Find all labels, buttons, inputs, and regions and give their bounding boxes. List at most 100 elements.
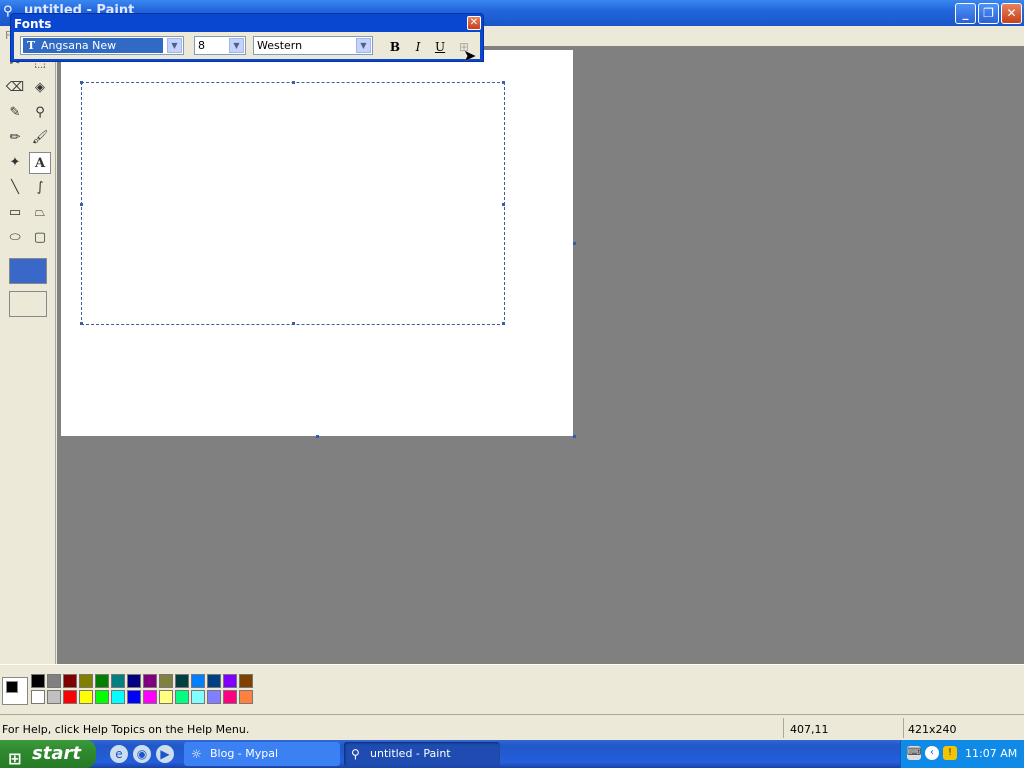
bold-button[interactable]: B [387,39,403,55]
palette-swatch[interactable] [63,690,77,704]
start-button[interactable]: ⊞ start [0,740,96,768]
close-button[interactable]: ✕ [1001,3,1022,24]
keyboard-icon[interactable]: ⌨ [907,746,921,760]
current-colors [2,677,28,705]
brush-icon[interactable]: 🖌 [29,127,51,149]
text-box-handle[interactable] [502,203,505,206]
taskbar-item-label: Blog - Mypal [210,747,279,760]
browser-quicklaunch-icon[interactable]: ◉ [133,745,151,763]
palette-swatch[interactable] [31,690,45,704]
palette-swatch[interactable] [79,690,93,704]
status-selection-size: 421x240 [908,723,957,736]
palette-swatch[interactable] [143,674,157,688]
palette-swatch[interactable] [47,674,61,688]
palette-swatch[interactable] [127,674,141,688]
canvas-resize-handle-right[interactable] [573,242,576,245]
fonts-toolbar: Fonts ✕ Angsana New T ▼ 8 ▼ Western ▼ B … [10,13,484,62]
font-name-value: Angsana New [23,38,163,53]
taskbar-item-blog[interactable]: ☼ Blog - Mypal [184,742,340,766]
text-box-handle[interactable] [502,322,505,325]
polygon-icon[interactable]: ⏢ [29,202,51,224]
fill-bucket-icon[interactable]: ◈ [29,77,51,99]
script-value: Western [257,39,303,52]
text-box-handle[interactable] [80,81,83,84]
eraser-icon[interactable]: ⌫ [4,77,26,99]
status-bar: For Help, click Help Topics on the Help … [0,714,1024,740]
palette-swatch[interactable] [223,690,237,704]
fonts-toolbar-body: Angsana New T ▼ 8 ▼ Western ▼ B I U ⊞ [14,32,480,59]
status-divider [783,718,784,738]
palette-swatch[interactable] [63,674,77,688]
internet-explorer-icon[interactable]: e [110,745,128,763]
security-shield-icon[interactable]: ! [943,746,957,760]
ellipse-icon[interactable]: ⬭ [4,227,26,249]
color-box [0,664,1024,714]
underline-button[interactable]: U [432,39,448,55]
restore-button[interactable]: ❐ [978,3,999,24]
text-tool-icon[interactable]: A [29,152,51,174]
truetype-icon: T [27,39,36,52]
palette-swatch[interactable] [175,690,189,704]
taskbar-item-label: untitled - Paint [370,747,451,760]
rounded-rect-icon[interactable]: ▢ [29,227,51,249]
text-box-frame[interactable] [80,81,505,325]
palette-swatch[interactable] [31,674,45,688]
fonts-toolbar-close-button[interactable]: ✕ [467,16,481,30]
font-name-select[interactable]: Angsana New T ▼ [20,36,184,55]
status-coordinates: 407,11 [790,723,829,736]
text-box-handle[interactable] [292,81,295,84]
font-size-select[interactable]: 8 ▼ [194,36,246,55]
text-box-handle[interactable] [292,322,295,325]
palette-swatch[interactable] [111,690,125,704]
text-box-handle[interactable] [80,322,83,325]
canvas-resize-handle-bottom[interactable] [316,435,319,438]
transparent-background-option-icon[interactable] [9,291,47,317]
palette-swatch[interactable] [239,674,253,688]
line-icon[interactable]: ╲ [4,177,26,199]
palette-swatch[interactable] [47,690,61,704]
palette-swatch[interactable] [207,674,221,688]
status-divider [903,718,904,738]
font-size-value: 8 [198,39,205,52]
palette-swatch[interactable] [127,690,141,704]
screen: { "window": { "title": "untitled - Paint… [0,0,1024,768]
text-box-handle[interactable] [80,203,83,206]
taskbar-item-paint[interactable]: ⚲ untitled - Paint [344,742,500,766]
script-select[interactable]: Western ▼ [253,36,373,55]
palette-swatch[interactable] [159,674,173,688]
color-picker-icon[interactable]: ✎ [4,102,26,124]
palette-swatch[interactable] [191,690,205,704]
palette-swatch[interactable] [191,674,205,688]
text-box-handle[interactable] [502,81,505,84]
airbrush-icon[interactable]: ✦ [4,152,26,174]
palette-swatch[interactable] [159,690,173,704]
palette-swatch[interactable] [207,690,221,704]
palette-swatch[interactable] [239,690,253,704]
windows-flag-icon: ⊞ [8,749,22,768]
curve-icon[interactable]: ∫ [29,177,51,199]
fonts-toolbar-title: Fonts [14,17,52,31]
rectangle-icon[interactable]: ▭ [4,202,26,224]
palette-swatch[interactable] [111,674,125,688]
media-player-icon[interactable]: ▶ [156,745,174,763]
canvas-resize-handle-corner[interactable] [573,435,576,438]
palette-swatch[interactable] [175,674,189,688]
palette-swatch[interactable] [223,674,237,688]
pencil-icon[interactable]: ✏ [4,127,26,149]
italic-button[interactable]: I [410,39,426,55]
chevron-down-icon[interactable]: ▼ [229,38,244,53]
system-tray: ⌨ ‹ ! 11:07 AM [900,740,1024,768]
tray-collapse-icon[interactable]: ‹ [925,746,939,760]
palette-swatch[interactable] [95,690,109,704]
chevron-down-icon[interactable]: ▼ [167,38,182,53]
magnifier-icon[interactable]: ⚲ [29,102,51,124]
opaque-background-option-icon[interactable] [9,258,47,284]
browser-icon: ☼ [191,747,202,761]
foreground-color [6,681,18,693]
toolbox: ✂ ⬚ ⌫ ◈ ✎ ⚲ ✏ 🖌 ✦ A ╲ ∫ ▭ ⏢ ⬭ ▢ [0,46,56,664]
chevron-down-icon[interactable]: ▼ [356,38,371,53]
palette-swatch[interactable] [143,690,157,704]
palette-swatch[interactable] [79,674,93,688]
minimize-button[interactable]: _ [955,3,976,24]
palette-swatch[interactable] [95,674,109,688]
